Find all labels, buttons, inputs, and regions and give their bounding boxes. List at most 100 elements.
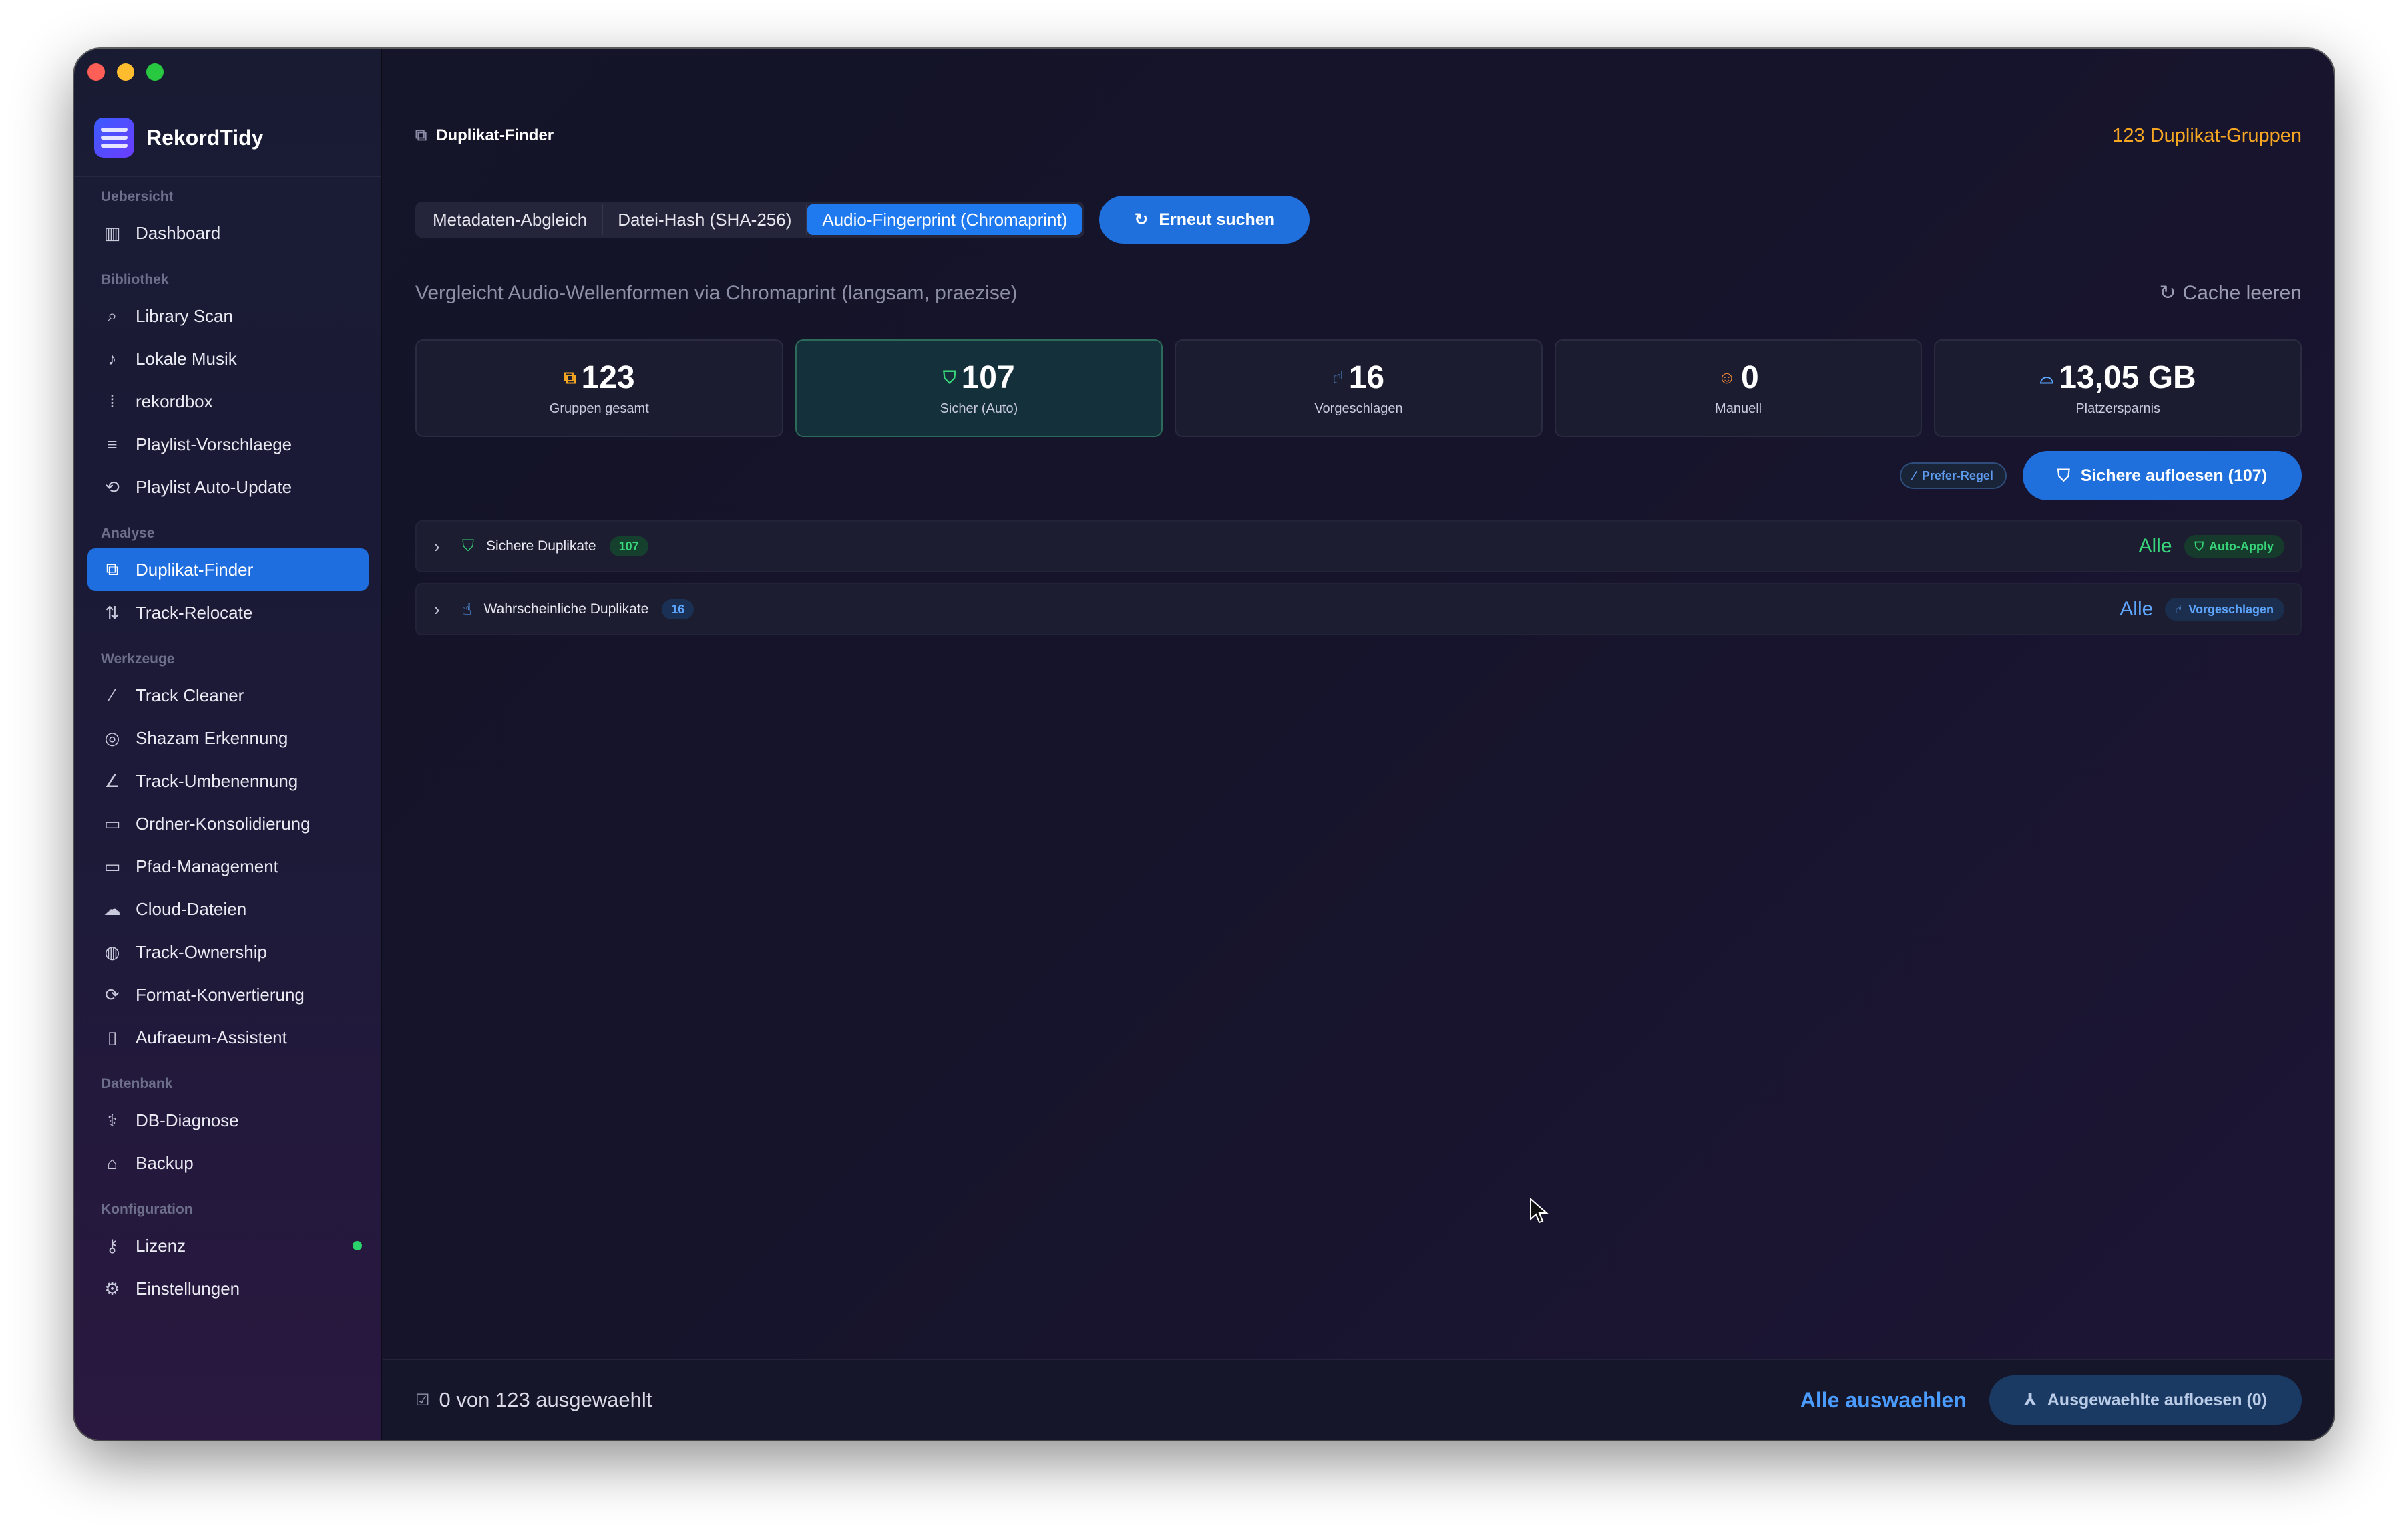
- group-probable-duplicates[interactable]: › ☝ Wahrscheinliche Duplikate 16 Alle ☝ …: [415, 583, 2302, 635]
- stat-card-suggested[interactable]: ☝ 16 Vorgeschlagen: [1175, 339, 1543, 437]
- playlist-icon: ≡: [107, 434, 118, 454]
- sidebar-item-label: Dashboard: [136, 222, 221, 243]
- duplicate-icon: ⧉: [106, 559, 119, 579]
- sidebar-item-db-diagnose[interactable]: ⚕ DB-Diagnose: [87, 1099, 369, 1142]
- stat-label: Vorgeschlagen: [1314, 401, 1403, 416]
- magic-wand-icon: ⁄: [110, 685, 114, 705]
- sidebar-item-label: Cloud-Dateien: [136, 898, 247, 919]
- sidebar-item-aufraeum-assistent[interactable]: ▯ Aufraeum-Assistent: [87, 1016, 369, 1059]
- stat-label: Gruppen gesamt: [549, 401, 649, 416]
- sidebar-item-ordner-konsolidierung[interactable]: ▭ Ordner-Konsolidierung: [87, 802, 369, 845]
- repeat-icon: ⟲: [105, 476, 120, 497]
- chevron-right-icon[interactable]: ›: [434, 599, 454, 620]
- sidebar-item-track-cleaner[interactable]: ⁄ Track Cleaner: [87, 674, 369, 717]
- folder-icon: ▭: [104, 813, 121, 834]
- app-name: RekordTidy: [146, 125, 264, 150]
- sidebar-item-rekordbox[interactable]: ⁞ rekordbox: [87, 380, 369, 423]
- mode-metadaten[interactable]: Metadaten-Abgleich: [418, 204, 604, 235]
- tag-label: Auto-Apply: [2209, 539, 2274, 553]
- sidebar-item-label: Track-Ownership: [136, 941, 267, 962]
- refresh-small-icon: ↻: [2159, 282, 2176, 304]
- sidebar-item-backup[interactable]: ⌂ Backup: [87, 1142, 369, 1184]
- sidebar-item-dashboard[interactable]: ▥ Dashboard: [87, 212, 369, 254]
- mode-datei-hash[interactable]: Datei-Hash (SHA-256): [603, 204, 808, 235]
- sidebar-item-track-ownership[interactable]: ◍ Track-Ownership: [87, 930, 369, 973]
- magic-wand-icon: ⁄: [1913, 468, 1915, 482]
- sidebar-item-playlist-auto-update[interactable]: ⟲ Playlist Auto-Update: [87, 466, 369, 508]
- drive-icon: ⌂: [107, 1152, 118, 1173]
- stat-value: 13,05 GB: [2059, 360, 2196, 395]
- resolve-safe-button[interactable]: ⛉ Sichere aufloesen (107): [2022, 451, 2302, 500]
- shazam-icon: ◎: [104, 727, 120, 748]
- select-all-link[interactable]: Alle auswaehlen: [1800, 1388, 1967, 1413]
- sidebar-item-lokale-musik[interactable]: ♪ Lokale Musik: [87, 337, 369, 380]
- sidebar-item-shazam[interactable]: ◎ Shazam Erkennung: [87, 717, 369, 759]
- stat-card-total: ⧉ 123 Gruppen gesamt: [415, 339, 783, 437]
- stat-value: 0: [1741, 360, 1759, 395]
- sidebar-item-label: Track Cleaner: [136, 685, 244, 705]
- main-content: ⧉ Duplikat-Finder 123 Duplikat-Gruppen M…: [383, 49, 2334, 1440]
- checkbox-icon[interactable]: ☑: [415, 1391, 430, 1410]
- music-note-icon: ♪: [108, 348, 117, 369]
- shield-check-icon: ⛉: [462, 537, 474, 555]
- sidebar-item-einstellungen[interactable]: ⚙ Einstellungen: [87, 1267, 369, 1310]
- select-all-group-link[interactable]: Alle: [2138, 535, 2172, 558]
- sidebar-item-cloud-dateien[interactable]: ☁ Cloud-Dateien: [87, 888, 369, 930]
- merge-icon: ⅄: [2023, 1391, 2037, 1409]
- window-controls: [87, 63, 164, 81]
- sidebar-item-format-konvertierung[interactable]: ⟳ Format-Konvertierung: [87, 973, 369, 1016]
- stat-value: 16: [1348, 360, 1385, 395]
- footer-bar: ☑ 0 von 123 ausgewaehlt Alle auswaehlen …: [383, 1359, 2334, 1440]
- mode-audio-fingerprint[interactable]: Audio-Fingerprint (Chromaprint): [807, 204, 1082, 235]
- stat-card-manual[interactable]: ☺ 0 Manuell: [1554, 339, 1923, 437]
- thumbs-up-icon: ☝: [2176, 602, 2184, 616]
- group-safe-duplicates[interactable]: › ⛉ Sichere Duplikate 107 Alle ⛉ Auto-Ap…: [415, 520, 2302, 572]
- chevron-right-icon[interactable]: ›: [434, 536, 454, 557]
- suggested-tag: ☝ Vorgeschlagen: [2165, 598, 2284, 621]
- group-count-badge: 107: [609, 536, 648, 556]
- zoom-window-button[interactable]: [146, 63, 164, 81]
- sidebar-item-label: Duplikat-Finder: [136, 559, 254, 580]
- sidebar-item-pfad-management[interactable]: ▭ Pfad-Management: [87, 845, 369, 888]
- sidebar-item-duplikat-finder[interactable]: ⧉ Duplikat-Finder: [87, 548, 369, 591]
- resolve-selected-button[interactable]: ⅄ Ausgewaehlte aufloesen (0): [1989, 1375, 2302, 1425]
- duplicate-icon: ⧉: [563, 367, 576, 387]
- stat-card-safe[interactable]: ⛉ 107 Sicher (Auto): [795, 339, 1163, 437]
- app-window: RekordTidy Uebersicht ▥ Dashboard Biblio…: [74, 49, 2334, 1440]
- sidebar-item-label: Pfad-Management: [136, 856, 278, 876]
- clear-cache-button[interactable]: ↻ Cache leeren: [2159, 281, 2302, 305]
- rescan-button[interactable]: ↻ Erneut suchen: [1099, 196, 1310, 244]
- folder-path-icon: ▭: [104, 856, 121, 876]
- sidebar-item-playlist-vorschlaege[interactable]: ≡ Playlist-Vorschlaege: [87, 423, 369, 466]
- pencil-icon: ∠: [104, 770, 120, 791]
- breadcrumb: ⧉ Duplikat-Finder: [415, 126, 554, 145]
- section-analyse: Analyse: [101, 526, 155, 541]
- sidebar-item-track-relocate[interactable]: ⇅ Track-Relocate: [87, 591, 369, 634]
- person-icon: ☺: [1718, 367, 1736, 387]
- description-row: Vergleicht Audio-Wellenformen via Chroma…: [415, 281, 2302, 305]
- prefer-rule-button[interactable]: ⁄ Prefer-Regel: [1899, 462, 2007, 489]
- stethoscope-icon: ⚕: [107, 1109, 118, 1130]
- relocate-icon: ⇅: [105, 602, 120, 623]
- drive-icon: ⌓: [2039, 367, 2054, 387]
- rescan-label: Erneut suchen: [1159, 210, 1275, 229]
- section-konfiguration: Konfiguration: [101, 1202, 193, 1217]
- key-icon: ⚷: [106, 1235, 119, 1256]
- close-window-button[interactable]: [87, 63, 105, 81]
- sidebar-item-label: Einstellungen: [136, 1278, 240, 1299]
- sidebar-item-library-scan[interactable]: ⌕ Library Scan: [87, 295, 369, 337]
- section-datenbank: Datenbank: [101, 1076, 173, 1091]
- select-all-group-link[interactable]: Alle: [2120, 598, 2153, 621]
- app-logo-icon: [94, 118, 134, 158]
- prefer-rule-label: Prefer-Regel: [1921, 468, 1993, 482]
- sidebar-item-lizenz[interactable]: ⚷ Lizenz: [87, 1224, 369, 1267]
- sidebar-item-label: Lizenz: [136, 1235, 186, 1256]
- sidebar-item-label: Shazam Erkennung: [136, 727, 288, 748]
- action-row: ⁄ Prefer-Regel ⛉ Sichere aufloesen (107): [1899, 451, 2302, 500]
- sidebar-divider: [74, 176, 381, 177]
- group-title: Sichere Duplikate: [486, 538, 596, 554]
- mode-segmented-control: Metadaten-Abgleich Datei-Hash (SHA-256) …: [415, 202, 1085, 238]
- minimize-window-button[interactable]: [117, 63, 134, 81]
- section-werkzeuge: Werkzeuge: [101, 651, 175, 667]
- sidebar-item-track-umbenennung[interactable]: ∠ Track-Umbenennung: [87, 759, 369, 802]
